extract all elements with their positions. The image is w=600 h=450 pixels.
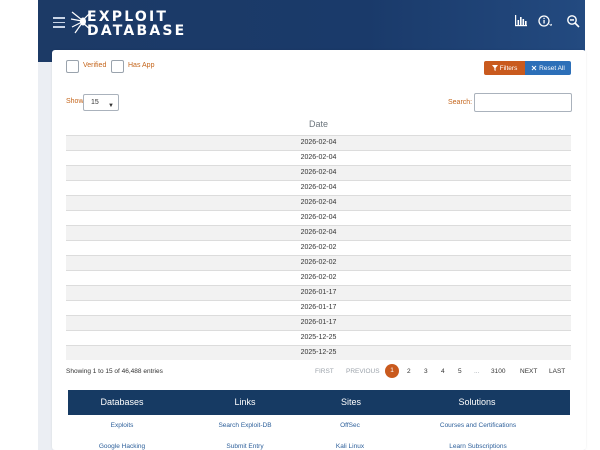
has-app-label: Has App — [128, 62, 155, 69]
table-row[interactable]: 2025-12-25 — [66, 330, 571, 345]
reset-all-button[interactable]: Reset All — [525, 61, 571, 75]
results-table-body: 2026-02-04 2026-02-04 2026-02-04 2026-02-04… — [66, 135, 571, 360]
exploit-database-logo[interactable]: EXPLOIT DATABASE — [70, 8, 184, 40]
footer-link-learn-subscriptions[interactable]: Learn Subscriptions — [423, 443, 533, 450]
table-row[interactable]: 2025-12-25 — [66, 345, 571, 360]
table-row[interactable]: 2026-02-04 — [66, 210, 571, 225]
show-label: Show — [66, 98, 84, 105]
page-size-value: 15 — [91, 99, 99, 106]
table-row[interactable]: 2026-02-04 — [66, 165, 571, 180]
table-row[interactable]: 2026-01-17 — [66, 285, 571, 300]
table-row[interactable]: 2026-02-02 — [66, 270, 571, 285]
footer-link-offsec[interactable]: OffSec — [300, 422, 400, 429]
verified-checkbox[interactable] — [66, 60, 79, 73]
reset-icon — [531, 65, 537, 71]
page-button-3[interactable]: 3 — [424, 368, 428, 375]
menu-toggle-icon[interactable] — [53, 17, 65, 28]
funnel-icon — [491, 65, 498, 71]
filters-button-label: Filters — [499, 64, 518, 72]
footer-link-submit-entry[interactable]: Submit Entry — [195, 443, 295, 450]
info-icon[interactable] — [538, 14, 552, 28]
table-row[interactable]: 2026-02-04 — [66, 150, 571, 165]
left-gutter — [0, 0, 38, 450]
footer-link-exploits[interactable]: Exploits — [72, 422, 172, 429]
table-row[interactable]: 2026-02-02 — [66, 255, 571, 270]
table-row[interactable]: 2026-02-04 — [66, 180, 571, 195]
has-app-checkbox[interactable] — [111, 60, 124, 73]
table-row[interactable]: 2026-02-04 — [66, 195, 571, 210]
search-exploit-icon[interactable] — [566, 14, 580, 28]
date-column-header[interactable]: Date — [66, 119, 571, 135]
reset-button-label: Reset All — [539, 64, 565, 72]
filters-button[interactable]: Filters — [484, 61, 525, 75]
search-input[interactable] — [474, 93, 572, 112]
previous-page-button[interactable]: PREVIOUS — [346, 368, 380, 375]
footer-link-kali-linux[interactable]: Kali Linux — [300, 443, 400, 450]
stats-icon[interactable] — [514, 14, 528, 28]
logo-text-line2: DATABASE — [87, 23, 187, 39]
verified-label: Verified — [83, 62, 107, 69]
right-gutter — [585, 0, 600, 450]
entries-info: Showing 1 to 15 of 46,488 entries — [66, 368, 163, 375]
footer-heading-databases: Databases — [100, 397, 144, 407]
table-row[interactable]: 2026-02-04 — [66, 225, 571, 240]
footer-heading-links: Links — [234, 397, 256, 407]
footer-heading-sites: Sites — [340, 397, 361, 407]
last-page-button[interactable]: LAST — [549, 368, 565, 375]
table-row[interactable]: 2026-01-17 — [66, 300, 571, 315]
table-row[interactable]: 2026-02-04 — [66, 135, 571, 150]
chevron-down-icon: ▼ — [108, 103, 114, 109]
page-button-last-number[interactable]: 3100 — [491, 368, 505, 375]
page-button-5[interactable]: 5 — [458, 368, 462, 375]
page-button-2[interactable]: 2 — [407, 368, 411, 375]
footer-heading-solutions: Solutions — [458, 397, 496, 407]
table-row[interactable]: 2026-02-02 — [66, 240, 571, 255]
footer-link-search-exploit-db[interactable]: Search Exploit-DB — [195, 422, 295, 429]
first-page-button[interactable]: FIRST — [315, 368, 334, 375]
search-label: Search: — [448, 99, 473, 106]
page-button-current[interactable]: 1 — [385, 364, 399, 378]
footer-link-courses[interactable]: Courses and Certifications — [423, 422, 533, 429]
footer-link-google-hacking[interactable]: Google Hacking — [72, 443, 172, 450]
table-row[interactable]: 2026-01-17 — [66, 315, 571, 330]
pagination-ellipsis: ... — [474, 368, 480, 375]
next-page-button[interactable]: NEXT — [520, 368, 537, 375]
page-size-select[interactable]: 15 ▼ — [83, 94, 119, 111]
page-button-4[interactable]: 4 — [441, 368, 445, 375]
